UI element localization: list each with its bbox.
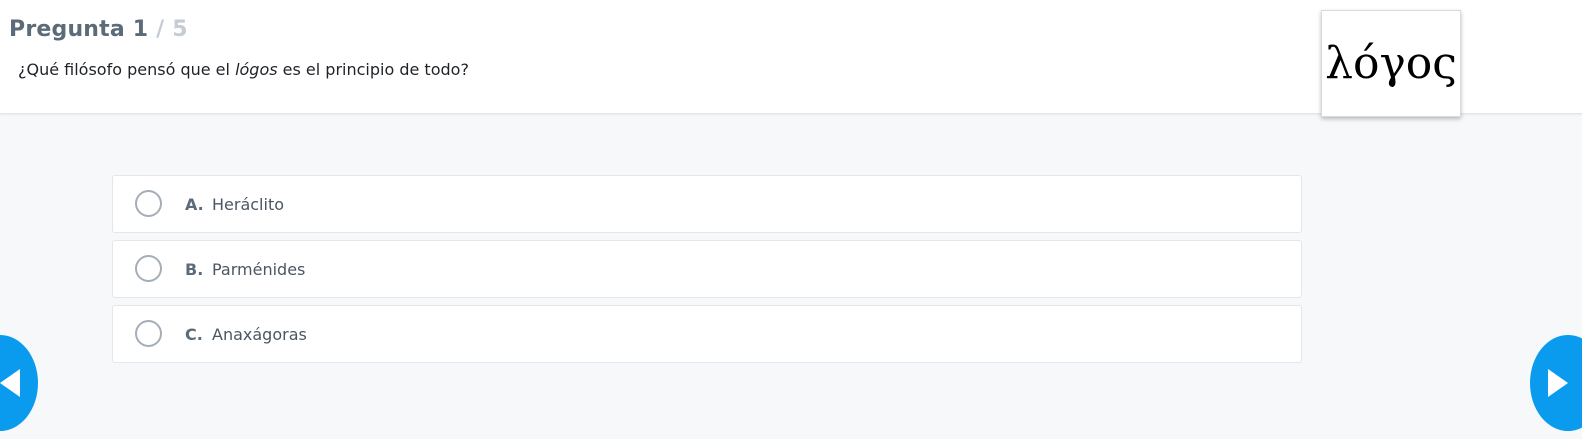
radio-c[interactable] (135, 320, 162, 347)
question-image[interactable]: λόγος (1321, 10, 1461, 117)
option-letter: C. (185, 325, 203, 344)
question-counter: Pregunta 1 / 5 (9, 17, 188, 42)
option-label: Anaxágoras (212, 325, 307, 344)
previous-button[interactable] (0, 335, 38, 431)
question-text: ¿Qué filósofo pensó que el lógos es el p… (18, 60, 469, 79)
question-current: 1 (132, 17, 149, 42)
option-letter: A. (185, 195, 204, 214)
option-b[interactable]: B. Parménides (112, 240, 1302, 298)
radio-b[interactable] (135, 255, 162, 282)
question-total: / 5 (156, 17, 188, 42)
answer-options: A. Heráclito B. Parménides C. Anaxágoras (112, 175, 1302, 370)
question-text-emphasis: lógos (235, 60, 278, 79)
option-c[interactable]: C. Anaxágoras (112, 305, 1302, 363)
radio-a[interactable] (135, 190, 162, 217)
question-image-text: λόγος (1325, 38, 1457, 89)
question-text-before: ¿Qué filósofo pensó que el (18, 60, 236, 79)
option-label: Heráclito (212, 195, 285, 214)
option-label: Parménides (212, 260, 306, 279)
triangle-right-icon (1548, 369, 1568, 397)
option-letter: B. (185, 260, 204, 279)
option-a[interactable]: A. Heráclito (112, 175, 1302, 233)
question-label: Pregunta (9, 17, 125, 42)
next-button[interactable] (1530, 335, 1582, 431)
question-header: Pregunta 1 / 5 ¿Qué filósofo pensó que e… (0, 0, 1582, 117)
question-text-after: es el principio de todo? (277, 60, 469, 79)
triangle-left-icon (0, 369, 20, 397)
